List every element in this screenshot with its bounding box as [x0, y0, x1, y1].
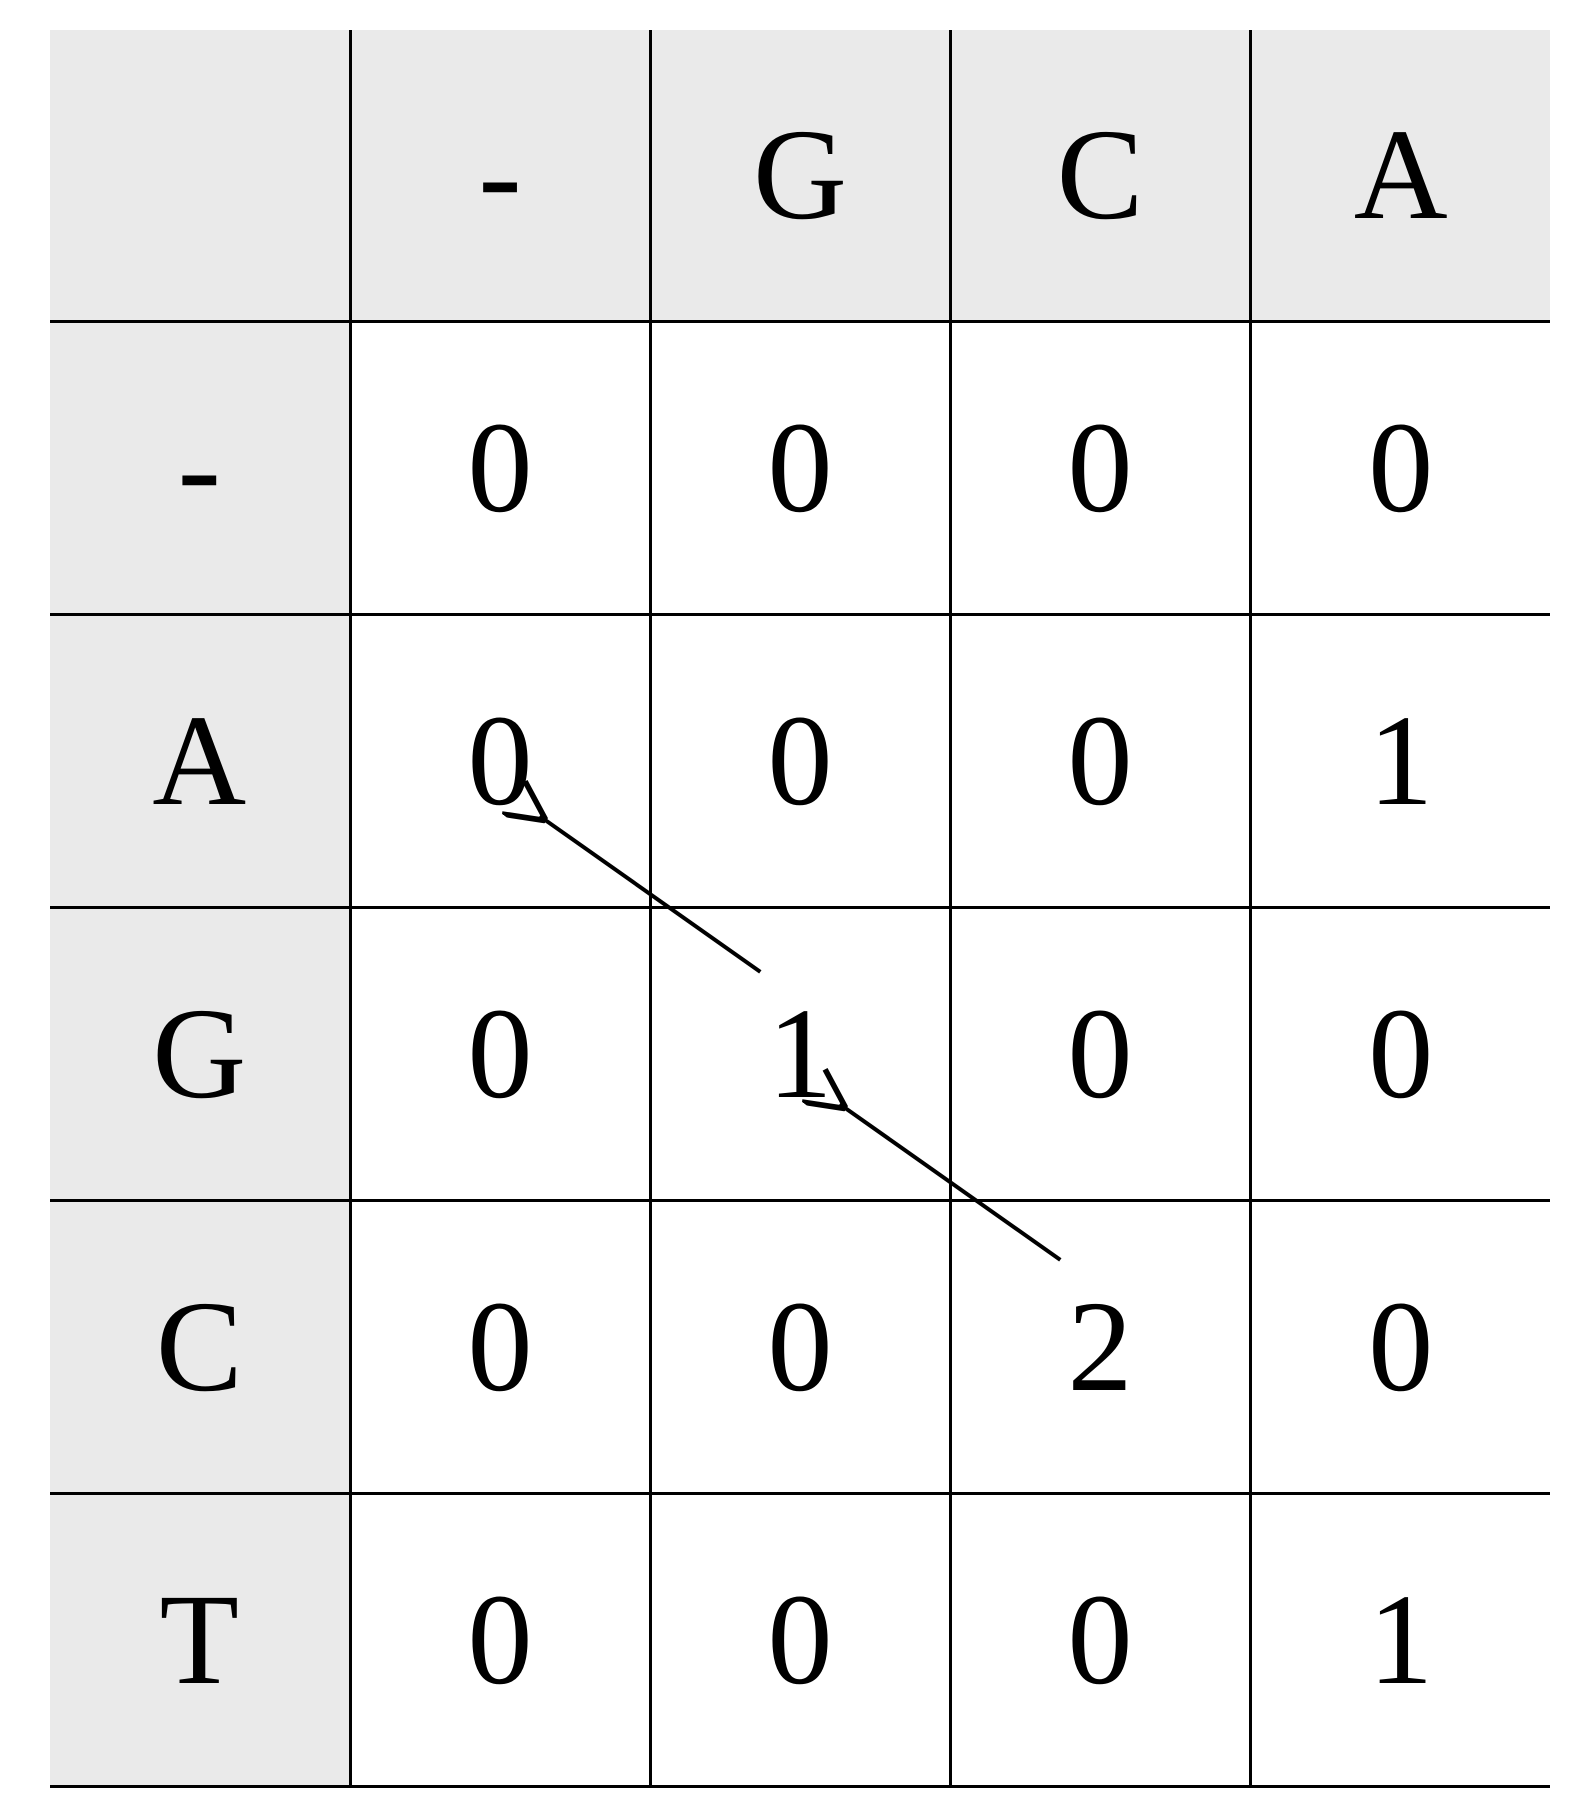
col-header: G: [650, 30, 950, 322]
dp-cell: 0: [650, 1201, 950, 1494]
row-header: A: [50, 615, 350, 908]
dp-cell: 0: [950, 322, 1250, 615]
dp-cell: 1: [1250, 1494, 1550, 1787]
dp-cell: 0: [1250, 322, 1550, 615]
dp-cell: 0: [950, 1494, 1250, 1787]
dp-cell: 0: [650, 1494, 950, 1787]
dp-cell: 1: [1250, 615, 1550, 908]
dp-cell: 0: [350, 322, 650, 615]
dp-cell: 0: [350, 908, 650, 1201]
col-header: -: [350, 30, 650, 322]
dp-cell: 0: [350, 1494, 650, 1787]
row-header: G: [50, 908, 350, 1201]
dp-cell: 0: [1250, 908, 1550, 1201]
dp-table: - G C A - 0 0 0 0 A 0 0 0 1 G 0 1 0 0 C: [50, 30, 1550, 1788]
dp-cell: 0: [350, 1201, 650, 1494]
dp-cell: 0: [1250, 1201, 1550, 1494]
col-header: C: [950, 30, 1250, 322]
table-row: T 0 0 0 1: [50, 1494, 1550, 1787]
dp-cell: 0: [950, 908, 1250, 1201]
dp-cell: 0: [350, 615, 650, 908]
dp-cell: 0: [650, 615, 950, 908]
row-header: -: [50, 322, 350, 615]
table-row: - 0 0 0 0: [50, 322, 1550, 615]
table-row: G 0 1 0 0: [50, 908, 1550, 1201]
corner-header: [50, 30, 350, 322]
table-row: - G C A: [50, 30, 1550, 322]
table-row: C 0 0 2 0: [50, 1201, 1550, 1494]
dp-cell: 0: [650, 322, 950, 615]
row-header: C: [50, 1201, 350, 1494]
dp-cell: 2: [950, 1201, 1250, 1494]
col-header: A: [1250, 30, 1550, 322]
row-header: T: [50, 1494, 350, 1787]
dp-matrix: - G C A - 0 0 0 0 A 0 0 0 1 G 0 1 0 0 C: [50, 30, 1550, 1788]
table-row: A 0 0 0 1: [50, 615, 1550, 908]
dp-cell: 1: [650, 908, 950, 1201]
dp-cell: 0: [950, 615, 1250, 908]
